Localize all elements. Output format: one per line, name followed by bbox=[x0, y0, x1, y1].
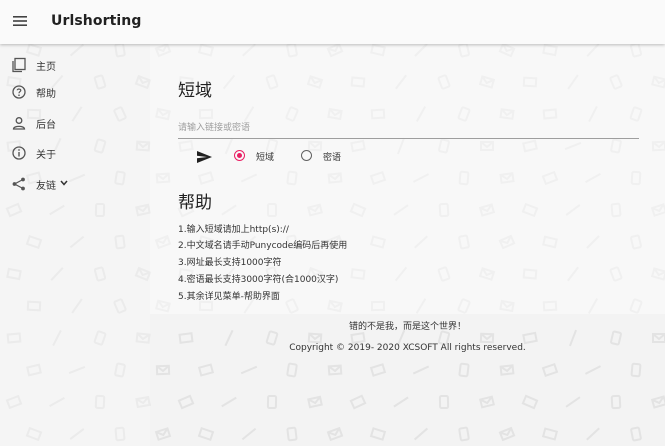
help-line: 5.其余详见菜单-帮助界面 bbox=[178, 292, 280, 302]
page-title: 短域 bbox=[178, 81, 212, 101]
help-title: 帮助 bbox=[178, 193, 212, 213]
sidebar: 主页 帮助 后台 关于 友链 bbox=[0, 44, 150, 446]
sidebar-item-label: 关于 bbox=[36, 150, 56, 161]
shortener-card: 短域 短域 密语 帮助 1.输入短域请加上http(s):// 2.中文域名请手… bbox=[150, 44, 665, 314]
help-circle-icon bbox=[12, 85, 26, 99]
radio-unchecked-icon bbox=[301, 150, 312, 161]
radio-checked-icon bbox=[234, 150, 245, 161]
sidebar-item-links[interactable]: 友链 bbox=[0, 171, 150, 197]
radio-secret-phrase[interactable]: 密语 bbox=[301, 149, 361, 163]
sidebar-item-help[interactable]: 帮助 bbox=[0, 79, 150, 105]
sidebar-item-admin[interactable]: 后台 bbox=[0, 110, 150, 136]
send-icon bbox=[197, 151, 212, 163]
app-bar: Urlshorting bbox=[0, 0, 665, 44]
menu-button[interactable] bbox=[13, 15, 27, 27]
sidebar-item-label: 友链 bbox=[36, 181, 56, 192]
chevron-down-icon bbox=[60, 180, 68, 186]
sidebar-item-label: 后台 bbox=[36, 120, 56, 131]
help-line: 3.网址最长支持1000字符 bbox=[178, 258, 282, 268]
url-input[interactable] bbox=[178, 118, 639, 139]
radio-short-domain[interactable]: 短域 bbox=[234, 149, 294, 163]
menu-icon bbox=[13, 16, 27, 26]
sidebar-item-label: 主页 bbox=[36, 62, 56, 73]
help-line: 4.密语最长支持3000字符(合1000汉字) bbox=[178, 275, 339, 285]
radio-label: 密语 bbox=[323, 153, 342, 163]
send-button[interactable] bbox=[196, 149, 214, 165]
footer-copyright: Copyright © 2019- 2020 XCSOFT All rights… bbox=[289, 343, 526, 353]
help-line: 1.输入短域请加上http(s):// bbox=[178, 225, 289, 235]
person-icon bbox=[12, 117, 26, 130]
main-content: 短域 短域 密语 帮助 1.输入短域请加上http(s):// 2.中文域名请手… bbox=[150, 44, 665, 446]
sidebar-item-home[interactable]: 主页 bbox=[0, 52, 150, 78]
app-title: Urlshorting bbox=[51, 13, 142, 29]
footer-slogan: 错的不是我，而是这个世界！ bbox=[348, 322, 466, 332]
radio-label: 短域 bbox=[256, 153, 275, 163]
sidebar-item-label: 帮助 bbox=[36, 89, 56, 100]
page-copy-icon bbox=[12, 57, 26, 73]
share-icon bbox=[12, 177, 25, 191]
info-icon bbox=[12, 146, 26, 160]
sidebar-item-about[interactable]: 关于 bbox=[0, 140, 150, 166]
help-line: 2.中文域名请手动Punycode编码后再使用 bbox=[178, 241, 348, 251]
